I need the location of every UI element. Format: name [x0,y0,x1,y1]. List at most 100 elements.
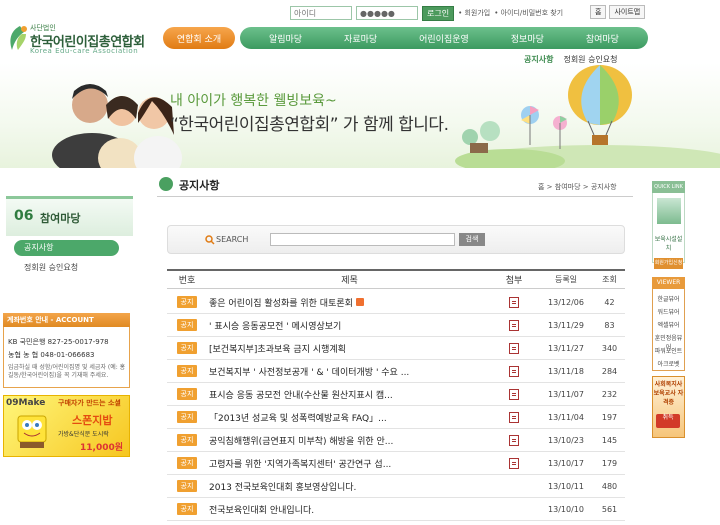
row-title[interactable]: [보건복지부]초과보육 금지 시행계획 [209,342,346,355]
search-button[interactable]: 검색 [459,233,485,246]
row-title[interactable]: 2013 전국보육인대회 홍보영상입니다. [209,480,356,493]
table-row[interactable]: 공지 2013 전국보육인대회 홍보영상입니다. 13/10/11 480 [167,475,625,498]
row-attach-cell [490,388,538,400]
row-date: 13/10/11 [548,481,584,491]
row-title[interactable]: 좋은 어린이집 활성화를 위한 대토론회 [209,296,353,309]
table-row[interactable]: 공지 ' 표시승 응동공모전 ' 메시영상보기 13/11/29 83 [167,314,625,337]
row-date: 13/10/10 [548,504,584,514]
row-title[interactable]: 고령자를 위한 '지역가족복지센터' 공간연구 섭... [209,457,391,470]
password-input[interactable] [356,6,418,20]
table-row[interactable]: 공지 보건복지부 ' 사전정보공개 ' & ' 데이터개방 ' 수요 ... 13/… [167,360,625,383]
table-row[interactable]: 공지 전국보육인대회 안내입니다. 13/10/10 561 [167,498,625,521]
notice-badge: 공지 [176,480,198,492]
row-views: 83 [604,320,615,330]
row-title-cell: 표시승 응동 공모전 안내(수산물 원산지표시 캠... [207,388,490,401]
row-attach-cell [490,342,538,354]
id-input[interactable] [290,6,352,20]
table-row[interactable]: 공지 표시승 응동 공모전 안내(수산물 원산지표시 캠... 13/11/07 23… [167,383,625,406]
ad-product-name: 스폰지밥 [72,414,113,427]
viewer-word[interactable]: 워드뷰어 [652,307,685,316]
notice-badge: 공지 [176,411,198,423]
notice-badge: 공지 [176,319,198,331]
row-badge-cell: 공지 [167,319,207,331]
nav-item-notice[interactable]: 알림마당 [269,32,302,45]
attachment-file-icon[interactable] [509,365,519,377]
row-title-cell: 「2013년 성교육 및 성폭력예방교육 FAQ」... [207,411,490,424]
col-date: 등록일 [554,275,578,284]
row-date: 13/10/17 [548,458,584,468]
notice-badge: 공지 [176,365,198,377]
attachment-file-icon[interactable] [509,296,519,308]
row-title[interactable]: ' 표시승 응동공모전 ' 메시영상보기 [209,319,341,332]
nav-intro[interactable]: 연합회 소개 [163,27,235,49]
row-views: 197 [601,412,618,422]
row-title-cell: 전국보육인대회 안내입니다. [207,503,490,516]
row-views: 340 [601,343,618,353]
balloon-landscape-icon [455,65,720,168]
table-row[interactable]: 공지 공익침해행위(금연표지 미부착) 해방을 위한 안... 13/10/23 14… [167,429,625,452]
table-row[interactable]: 공지 좋은 어린이집 활성화를 위한 대토론회 13/12/06 42 [167,291,625,314]
find-account-link[interactable]: • 아이디/비밀번호 찾기 [494,8,563,18]
nav-item-participation[interactable]: 참여마당 [586,32,619,45]
home-icon[interactable]: 홈 [590,5,607,19]
row-title[interactable]: 전국보육인대회 안내입니다. [209,503,314,516]
certificate-button[interactable]: 취득 [656,414,680,428]
search-input[interactable] [270,233,455,246]
attachment-file-icon[interactable] [509,434,519,446]
ad-product-sub: 가방&단식문 도시락 [58,431,109,438]
table-row[interactable]: 공지 「2013년 성교육 및 성폭력예방교육 FAQ」... 13/11/04 19… [167,406,625,429]
ad-price: 11,000원 [80,443,124,453]
row-title[interactable]: 보건복지부 ' 사전정보공개 ' & ' 데이터개방 ' 수요 ... [209,365,409,378]
nav-item-info[interactable]: 정보마당 [511,32,544,45]
row-title-cell: 2013 전국보육인대회 홍보영상입니다. [207,480,490,493]
row-badge-cell: 공지 [167,388,207,400]
banner-slogan: “한국어린이집총연합회” 가 함께 합니다. [170,115,449,135]
building-icon [657,198,681,224]
ad-tagline: 구매자가 만드는 소셜 [58,399,121,407]
search-label: SEARCH [216,235,249,244]
row-views: 179 [601,458,618,468]
nav-item-resources[interactable]: 자료마당 [344,32,377,45]
row-attach-cell [490,457,538,469]
logo[interactable]: 사단법인 한국어린이집총연합회 Korea Edu-care Associati… [6,22,156,56]
row-title-cell: 고령자를 위한 '지역가족복지센터' 공간연구 섭... [207,457,490,470]
member-form-button[interactable]: 회원가입신청서 [654,258,683,277]
row-badge-cell: 공지 [167,411,207,423]
row-title[interactable]: 공익침해행위(금연표지 미부착) 해방을 위한 안... [209,434,393,447]
notice-badge: 공지 [176,388,198,400]
row-badge-cell: 공지 [167,434,207,446]
search-icon [205,235,215,245]
new-icon [355,298,364,306]
row-title[interactable]: 표시승 응동 공모전 안내(수산물 원산지표시 캠... [209,388,393,401]
row-title[interactable]: 「2013년 성교육 및 성폭력예방교육 FAQ」... [209,411,387,424]
left-menu-item-notice[interactable]: 공지사항 [14,240,119,256]
left-menu-item-member[interactable]: 정회원 승인요청 [24,262,78,273]
login-bar: 로그인 • 회원가입 • 아이디/비밀번호 찾기 [290,5,635,21]
nav-item-operation[interactable]: 어린이집운영 [419,32,469,45]
table-row[interactable]: 공지 고령자를 위한 '지역가족복지센터' 공간연구 섭... 13/10/17 17… [167,452,625,475]
attachment-file-icon[interactable] [509,319,519,331]
attachment-file-icon[interactable] [509,388,519,400]
row-date: 13/10/23 [548,435,584,445]
viewer-powerpoint[interactable]: 파워포인트 [652,346,685,355]
attachment-file-icon[interactable] [509,457,519,469]
title-divider [157,196,633,197]
viewer-excel[interactable]: 엑셀뷰어 [652,320,685,329]
attachment-file-icon[interactable] [509,411,519,423]
table-row[interactable]: 공지 [보건복지부]초과보육 금지 시행계획 13/11/27 340 [167,337,625,360]
breadcrumb: 홈 > 참여마당 > 공지사항 [538,183,617,191]
row-views: 42 [604,297,615,307]
attachment-file-icon[interactable] [509,342,519,354]
ad-brand: 09Make [6,398,46,408]
login-button[interactable]: 로그인 [422,5,455,21]
quick-link-item[interactable]: 보육시설설치 [653,234,684,252]
row-badge-cell: 공지 [167,342,207,354]
join-link[interactable]: • 회원가입 [458,8,490,18]
row-attach-cell [490,296,538,308]
viewer-hangul[interactable]: 한글뷰어 [652,294,685,303]
account-note: 입금하실 때 성함/어린이집명 및 세금자 (예: 홍길동/한국어린이집)을 꼭… [8,364,126,379]
row-date: 13/11/27 [548,343,584,353]
account-kb: KB 국민은행 827-25-0017-978 [8,338,109,346]
sitemap-icon[interactable]: 사이트맵 [609,5,646,19]
viewer-acrobat[interactable]: 아크로벳 [652,359,685,368]
